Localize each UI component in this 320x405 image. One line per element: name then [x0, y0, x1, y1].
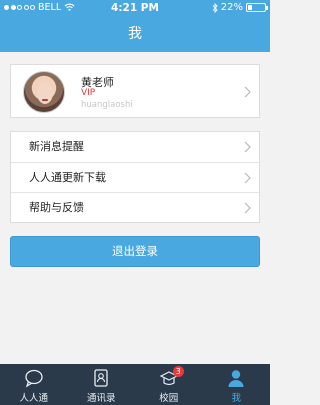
menu-item-label: 新消息提醒 — [29, 140, 84, 153]
chevron-right-icon — [244, 202, 251, 214]
notification-badge: 3 — [172, 366, 184, 377]
settings-menu: 新消息提醒 人人通更新下载 帮助与反馈 — [10, 131, 260, 223]
profile-username: huanglaoshi — [81, 100, 133, 110]
battery-percent: 22% — [220, 2, 243, 13]
person-icon — [228, 370, 244, 387]
battery-fill — [248, 5, 252, 10]
tab-label: 人人通 — [19, 393, 48, 404]
status-bar: BELL 4:21 PM 22% — [0, 0, 270, 16]
menu-item-new-message-alert[interactable]: 新消息提醒 — [11, 132, 259, 162]
menu-item-app-update[interactable]: 人人通更新下载 — [11, 162, 259, 192]
tab-bar: 人人通 通讯录 3 校园 我 — [0, 364, 270, 405]
avatar — [23, 71, 65, 113]
menu-item-help-feedback[interactable]: 帮助与反馈 — [11, 192, 259, 222]
menu-item-label: 帮助与反馈 — [29, 201, 84, 214]
chat-bubble-icon — [25, 369, 43, 388]
tab-me[interactable]: 我 — [203, 364, 271, 405]
status-right: 22% — [212, 2, 268, 13]
avatar-lips — [42, 99, 48, 101]
tab-renrentong[interactable]: 人人通 — [0, 364, 68, 405]
tab-contacts[interactable]: 通讯录 — [68, 364, 136, 405]
tab-campus[interactable]: 3 校园 — [135, 364, 203, 405]
profile-card[interactable]: 黄老师 VIP huanglaoshi — [10, 64, 260, 118]
chevron-right-icon — [244, 86, 251, 98]
menu-item-label: 人人通更新下载 — [29, 171, 106, 184]
tab-label: 通讯录 — [86, 393, 116, 404]
contacts-book-icon — [94, 369, 108, 387]
vip-badge: VIP — [81, 88, 96, 98]
chevron-right-icon — [244, 172, 251, 184]
battery-icon — [246, 3, 268, 12]
page-title: 我 — [128, 26, 142, 42]
tab-label: 校园 — [159, 393, 179, 404]
bluetooth-icon — [212, 2, 218, 13]
chevron-right-icon — [244, 141, 251, 153]
tab-label: 我 — [231, 393, 241, 404]
logout-button[interactable]: 退出登录 — [10, 236, 260, 267]
app-header: BELL 4:21 PM 22% 我 — [0, 0, 270, 52]
